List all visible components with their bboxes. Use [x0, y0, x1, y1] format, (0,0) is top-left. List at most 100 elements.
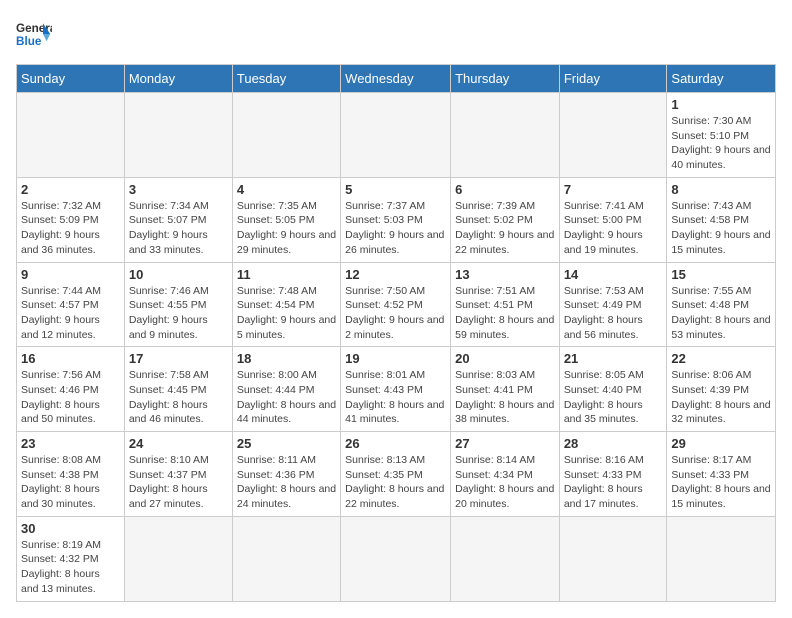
day-number: 12	[345, 267, 446, 282]
day-cell: 8 Sunrise: 7:43 AM Sunset: 4:58 PM Daylig…	[667, 177, 776, 262]
day-info: Sunrise: 7:39 AM Sunset: 5:02 PM Dayligh…	[455, 199, 555, 258]
day-info: Sunrise: 8:16 AM Sunset: 4:33 PM Dayligh…	[564, 453, 663, 512]
logo-icon: General Blue	[16, 16, 52, 52]
day-info: Sunrise: 8:06 AM Sunset: 4:39 PM Dayligh…	[671, 368, 771, 427]
day-cell	[341, 516, 451, 601]
day-number: 19	[345, 351, 446, 366]
day-cell: 20 Sunrise: 8:03 AM Sunset: 4:41 PM Dayli…	[451, 347, 560, 432]
header-cell-monday: Monday	[124, 65, 232, 93]
day-cell	[17, 93, 125, 178]
day-info: Sunrise: 7:56 AM Sunset: 4:46 PM Dayligh…	[21, 368, 120, 427]
day-cell: 7 Sunrise: 7:41 AM Sunset: 5:00 PM Daylig…	[559, 177, 667, 262]
day-cell: 27 Sunrise: 8:14 AM Sunset: 4:34 PM Dayli…	[451, 432, 560, 517]
day-number: 27	[455, 436, 555, 451]
day-number: 8	[671, 182, 771, 197]
day-info: Sunrise: 8:19 AM Sunset: 4:32 PM Dayligh…	[21, 538, 120, 597]
week-row-1: 1 Sunrise: 7:30 AM Sunset: 5:10 PM Daylig…	[17, 93, 776, 178]
header-row: SundayMondayTuesdayWednesdayThursdayFrid…	[17, 65, 776, 93]
day-cell: 16 Sunrise: 7:56 AM Sunset: 4:46 PM Dayli…	[17, 347, 125, 432]
day-cell: 15 Sunrise: 7:55 AM Sunset: 4:48 PM Dayli…	[667, 262, 776, 347]
day-cell	[232, 516, 340, 601]
day-info: Sunrise: 8:08 AM Sunset: 4:38 PM Dayligh…	[21, 453, 120, 512]
day-number: 13	[455, 267, 555, 282]
week-row-5: 23 Sunrise: 8:08 AM Sunset: 4:38 PM Dayli…	[17, 432, 776, 517]
day-info: Sunrise: 7:30 AM Sunset: 5:10 PM Dayligh…	[671, 114, 771, 173]
day-number: 10	[129, 267, 228, 282]
day-cell: 23 Sunrise: 8:08 AM Sunset: 4:38 PM Dayli…	[17, 432, 125, 517]
day-info: Sunrise: 8:10 AM Sunset: 4:37 PM Dayligh…	[129, 453, 228, 512]
day-cell: 11 Sunrise: 7:48 AM Sunset: 4:54 PM Dayli…	[232, 262, 340, 347]
week-row-2: 2Sunrise: 7:32 AM Sunset: 5:09 PM Daylig…	[17, 177, 776, 262]
day-cell	[341, 93, 451, 178]
logo: General Blue	[16, 16, 52, 52]
day-number: 7	[564, 182, 663, 197]
week-row-4: 16 Sunrise: 7:56 AM Sunset: 4:46 PM Dayli…	[17, 347, 776, 432]
day-cell: 5Sunrise: 7:37 AM Sunset: 5:03 PM Daylig…	[341, 177, 451, 262]
svg-text:Blue: Blue	[16, 35, 42, 48]
day-info: Sunrise: 7:34 AM Sunset: 5:07 PM Dayligh…	[129, 199, 228, 258]
day-number: 17	[129, 351, 228, 366]
day-cell	[559, 516, 667, 601]
header-cell-sunday: Sunday	[17, 65, 125, 93]
header: General Blue	[16, 16, 776, 52]
day-number: 24	[129, 436, 228, 451]
day-info: Sunrise: 7:58 AM Sunset: 4:45 PM Dayligh…	[129, 368, 228, 427]
day-cell: 25 Sunrise: 8:11 AM Sunset: 4:36 PM Dayli…	[232, 432, 340, 517]
day-info: Sunrise: 7:32 AM Sunset: 5:09 PM Dayligh…	[21, 199, 120, 258]
header-cell-tuesday: Tuesday	[232, 65, 340, 93]
calendar-header: SundayMondayTuesdayWednesdayThursdayFrid…	[17, 65, 776, 93]
day-info: Sunrise: 8:11 AM Sunset: 4:36 PM Dayligh…	[237, 453, 336, 512]
day-info: Sunrise: 7:44 AM Sunset: 4:57 PM Dayligh…	[21, 284, 120, 343]
day-number: 14	[564, 267, 663, 282]
day-info: Sunrise: 8:17 AM Sunset: 4:33 PM Dayligh…	[671, 453, 771, 512]
day-cell	[124, 93, 232, 178]
day-cell	[232, 93, 340, 178]
day-cell: 1 Sunrise: 7:30 AM Sunset: 5:10 PM Daylig…	[667, 93, 776, 178]
day-cell: 22 Sunrise: 8:06 AM Sunset: 4:39 PM Dayli…	[667, 347, 776, 432]
day-number: 26	[345, 436, 446, 451]
day-number: 28	[564, 436, 663, 451]
day-info: Sunrise: 8:00 AM Sunset: 4:44 PM Dayligh…	[237, 368, 336, 427]
header-cell-thursday: Thursday	[451, 65, 560, 93]
header-cell-saturday: Saturday	[667, 65, 776, 93]
day-cell	[451, 516, 560, 601]
day-info: Sunrise: 8:05 AM Sunset: 4:40 PM Dayligh…	[564, 368, 663, 427]
day-number: 29	[671, 436, 771, 451]
day-number: 15	[671, 267, 771, 282]
day-cell: 14 Sunrise: 7:53 AM Sunset: 4:49 PM Dayli…	[559, 262, 667, 347]
week-row-3: 9Sunrise: 7:44 AM Sunset: 4:57 PM Daylig…	[17, 262, 776, 347]
day-info: Sunrise: 7:41 AM Sunset: 5:00 PM Dayligh…	[564, 199, 663, 258]
day-info: Sunrise: 8:03 AM Sunset: 4:41 PM Dayligh…	[455, 368, 555, 427]
day-cell: 18Sunrise: 8:00 AM Sunset: 4:44 PM Dayli…	[232, 347, 340, 432]
day-info: Sunrise: 8:14 AM Sunset: 4:34 PM Dayligh…	[455, 453, 555, 512]
day-info: Sunrise: 7:53 AM Sunset: 4:49 PM Dayligh…	[564, 284, 663, 343]
header-cell-friday: Friday	[559, 65, 667, 93]
day-info: Sunrise: 7:48 AM Sunset: 4:54 PM Dayligh…	[237, 284, 336, 343]
day-info: Sunrise: 7:50 AM Sunset: 4:52 PM Dayligh…	[345, 284, 446, 343]
day-number: 16	[21, 351, 120, 366]
week-row-6: 30 Sunrise: 8:19 AM Sunset: 4:32 PM Dayli…	[17, 516, 776, 601]
day-info: Sunrise: 8:01 AM Sunset: 4:43 PM Dayligh…	[345, 368, 446, 427]
day-cell: 26Sunrise: 8:13 AM Sunset: 4:35 PM Dayli…	[341, 432, 451, 517]
day-number: 11	[237, 267, 336, 282]
day-cell: 17 Sunrise: 7:58 AM Sunset: 4:45 PM Dayli…	[124, 347, 232, 432]
day-number: 20	[455, 351, 555, 366]
day-cell: 12 Sunrise: 7:50 AM Sunset: 4:52 PM Dayli…	[341, 262, 451, 347]
day-info: Sunrise: 7:55 AM Sunset: 4:48 PM Dayligh…	[671, 284, 771, 343]
calendar-body: 1 Sunrise: 7:30 AM Sunset: 5:10 PM Daylig…	[17, 93, 776, 602]
day-cell: 30 Sunrise: 8:19 AM Sunset: 4:32 PM Dayli…	[17, 516, 125, 601]
day-number: 3	[129, 182, 228, 197]
day-number: 23	[21, 436, 120, 451]
day-cell: 29 Sunrise: 8:17 AM Sunset: 4:33 PM Dayli…	[667, 432, 776, 517]
day-cell: 13Sunrise: 7:51 AM Sunset: 4:51 PM Dayli…	[451, 262, 560, 347]
day-number: 30	[21, 521, 120, 536]
day-info: Sunrise: 7:43 AM Sunset: 4:58 PM Dayligh…	[671, 199, 771, 258]
day-number: 1	[671, 97, 771, 112]
day-number: 5	[345, 182, 446, 197]
day-cell: 3 Sunrise: 7:34 AM Sunset: 5:07 PM Daylig…	[124, 177, 232, 262]
day-cell	[667, 516, 776, 601]
day-number: 21	[564, 351, 663, 366]
day-cell: 19 Sunrise: 8:01 AM Sunset: 4:43 PM Dayli…	[341, 347, 451, 432]
day-number: 25	[237, 436, 336, 451]
day-number: 22	[671, 351, 771, 366]
